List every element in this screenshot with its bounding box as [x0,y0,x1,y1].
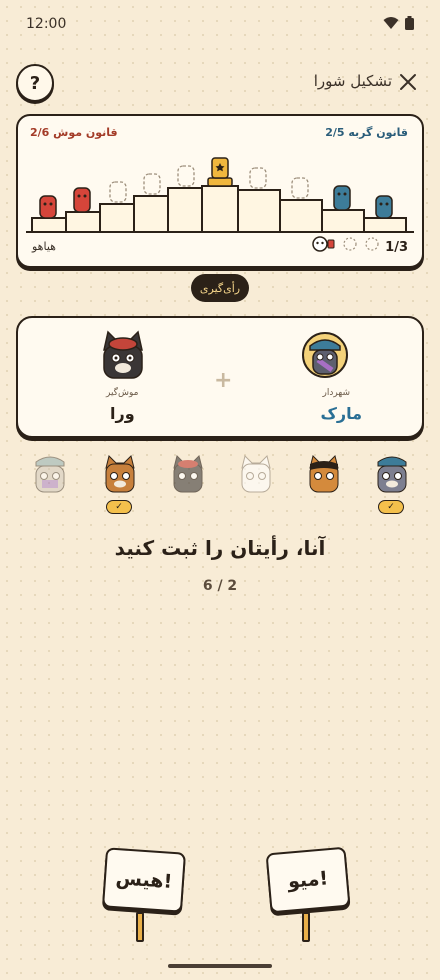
player-cat[interactable] [30,452,70,518]
chaos-label: هیاهو [32,240,56,253]
round-markers [312,236,379,252]
step [363,217,407,233]
player-cat[interactable]: ✓ [372,452,412,518]
page-title: تشکیل شورا [313,72,392,90]
step [167,187,203,233]
vote-phase-badge: رأی‌گیری [191,274,249,302]
players-row: ✓ ✓ [26,452,414,522]
mouse-catcher-name: ورا [110,404,135,423]
status-time: 12:00 [26,16,67,32]
player-cat[interactable]: ✓ [100,452,140,518]
mayor-role-label: شهردار [322,388,350,398]
council-board: قانون گربه 2/5 قانون موش 2/6 هیاهو 1/3 [16,114,424,268]
vote-prompt: آنا، رأیتان را ثبت کنید [114,536,326,560]
status-icons [383,16,414,30]
candidate-pair-card: شهردار مارک + موش‌گیر ورا [16,316,424,438]
step [201,185,239,233]
meow-sign-stick [302,912,310,942]
step [65,211,101,233]
mayor-name: مارک [320,404,362,423]
mayor-avatar [302,332,348,378]
plus-icon: + [214,368,233,393]
step [31,217,67,233]
round-counter: 1/3 [385,240,408,255]
close-icon[interactable] [398,72,418,92]
step [279,199,323,233]
council-steps [26,157,414,252]
crown-icon [207,157,233,187]
mouse-catcher-role-label: موش‌گیر [106,388,139,398]
hiss-sign-stick [136,912,144,942]
battery-icon [405,16,414,30]
home-indicator[interactable] [168,964,272,968]
step [99,203,135,233]
vote-progress: 6 / 2 [202,578,238,594]
step [321,209,365,233]
mouse-catcher-avatar [103,330,143,379]
step [237,189,281,233]
step [133,195,169,233]
player-cat[interactable] [304,452,344,518]
meow-vote-button[interactable]: میو! [265,846,351,914]
player-cat[interactable] [236,452,276,518]
voted-check-icon: ✓ [106,500,132,514]
voted-check-icon: ✓ [378,500,404,514]
player-cat[interactable] [168,452,208,518]
wifi-icon [383,17,399,29]
help-button[interactable]: ? [16,64,54,102]
hiss-vote-button[interactable]: هیس! [102,847,186,913]
